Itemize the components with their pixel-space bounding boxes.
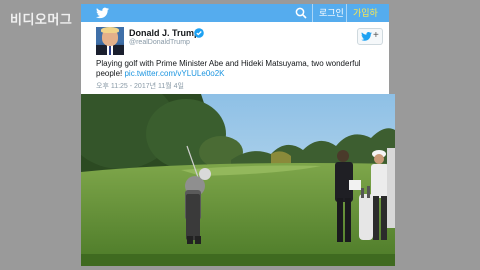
avatar[interactable]	[96, 27, 124, 55]
tweet-photo[interactable]	[81, 94, 395, 266]
follow-bird-icon	[361, 32, 372, 41]
twitter-header-bar: 로그인 가입하기	[81, 4, 389, 36]
user-handle[interactable]: @realDonaldTrump	[129, 39, 190, 46]
twitter-bird-icon[interactable]	[96, 7, 109, 19]
videomug-watermark: 비디오머그	[10, 12, 73, 27]
login-link[interactable]: 로그인	[312, 4, 350, 22]
tweet-text: Playing golf with Prime Minister Abe and…	[96, 59, 376, 79]
display-name[interactable]: Donald J. Trump	[129, 28, 200, 38]
follow-button[interactable]: +	[357, 28, 383, 45]
tweet-photo-link[interactable]: pic.twitter.com/vYLULe0o2K	[124, 69, 224, 78]
verified-badge-icon	[194, 28, 204, 38]
plus-icon: +	[373, 30, 379, 41]
join-link[interactable]: 가입하기	[346, 4, 389, 36]
tweet-card: Donald J. Trump @realDonaldTrump + Playi…	[81, 22, 395, 266]
search-icon[interactable]	[295, 7, 307, 19]
tweet-timestamp[interactable]: 오후 11:25 - 2017년 11월 4일	[96, 81, 184, 91]
